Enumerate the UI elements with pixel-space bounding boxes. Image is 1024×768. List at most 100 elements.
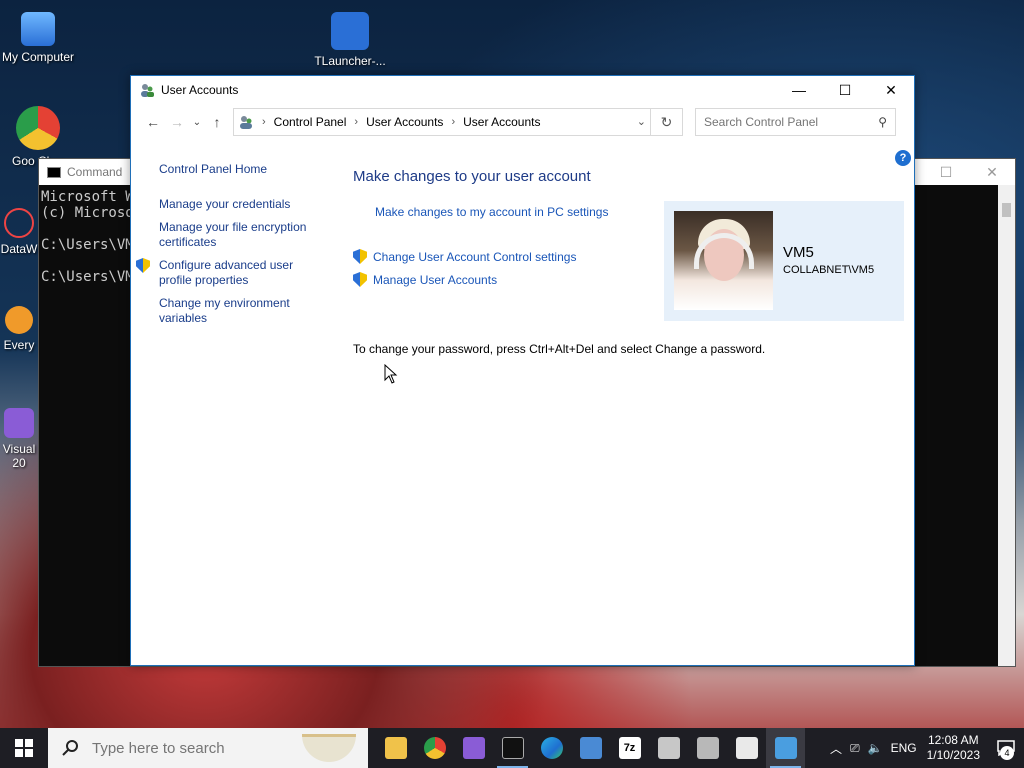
scroll-thumb[interactable] [1002, 203, 1011, 217]
mouse-cursor-icon [384, 364, 398, 384]
desktop-icon-my-computer[interactable]: My Computer [0, 12, 76, 64]
clock[interactable]: 12:08 AM 1/10/2023 [927, 733, 980, 763]
password-note: To change your password, press Ctrl+Alt+… [353, 342, 766, 356]
archive-icon [696, 737, 719, 759]
clock-date: 1/10/2023 [926, 748, 980, 762]
manage-user-accounts-link[interactable]: Manage User Accounts [373, 273, 497, 287]
atom-icon [4, 208, 34, 238]
refresh-icon[interactable]: ↻ [650, 109, 682, 135]
taskbar-chrome[interactable] [415, 728, 454, 768]
close-button[interactable]: ✕ [868, 76, 914, 104]
remote-desktop-icon [579, 737, 602, 759]
command-prompt-title: Command [67, 165, 123, 179]
user-avatar[interactable] [674, 211, 773, 310]
back-arrow-icon[interactable]: ← [141, 114, 165, 130]
notification-count-badge: 4 [1000, 746, 1014, 760]
cmd-scrollbar[interactable] [998, 185, 1015, 666]
desktop-icon-label: My Computer [1, 50, 75, 64]
visual-studio-icon [4, 408, 34, 438]
search-input[interactable] [704, 115, 864, 129]
input-language[interactable]: ENG [891, 741, 917, 755]
taskbar-7zip[interactable]: 7z [610, 728, 649, 768]
cmd-close-button[interactable]: ✕ [969, 159, 1015, 185]
account-card: VM5 COLLABNET\VM5 [664, 201, 904, 321]
control-panel-icon [240, 116, 252, 129]
taskbar-apps: 7z [376, 728, 805, 768]
desktop-icon-everything[interactable]: Every [0, 306, 38, 352]
search-icon[interactable]: ⚲ [878, 115, 887, 129]
left-task-pane: Control Panel Home Manage your credentia… [159, 162, 319, 334]
user-accounts-window[interactable]: User Accounts — ☐ ✕ ← → ⌄ ↑ › Control Pa… [130, 75, 915, 666]
start-button[interactable] [0, 728, 48, 768]
search-box[interactable]: ⚲ [695, 108, 896, 136]
help-icon[interactable]: ? [895, 150, 911, 166]
taskbar-command-prompt[interactable] [493, 728, 532, 768]
cmd-icon [47, 166, 61, 178]
chrome-icon [423, 737, 446, 759]
address-bar[interactable]: › Control Panel › User Accounts › User A… [233, 108, 683, 136]
taskbar-notes[interactable] [727, 728, 766, 768]
taskbar-archive-2[interactable] [688, 728, 727, 768]
tlauncher-icon [331, 12, 369, 50]
breadcrumb-user-accounts[interactable]: User Accounts [366, 115, 443, 129]
uac-settings-link[interactable]: Change User Account Control settings [373, 250, 576, 264]
show-hidden-icons-chevron-icon[interactable]: ︿ [830, 740, 842, 757]
desktop-icon-label: TLauncher-... [314, 54, 386, 68]
desktop-icon-tlauncher[interactable]: TLauncher-... [312, 12, 388, 68]
taskbar-file-explorer[interactable] [376, 728, 415, 768]
breadcrumb-separator-icon[interactable]: › [354, 116, 358, 128]
uac-shield-icon [353, 272, 367, 287]
account-domain: COLLABNET\VM5 [783, 264, 875, 276]
windows-logo-icon [15, 739, 33, 757]
minimize-button[interactable]: — [776, 76, 822, 104]
user-accounts-icon [141, 84, 154, 97]
control-panel-home-link[interactable]: Control Panel Home [159, 162, 319, 177]
visual-studio-icon [462, 737, 485, 759]
desktop-icon-label: DataW [0, 242, 38, 256]
taskbar-visual-studio[interactable] [454, 728, 493, 768]
recent-locations-chevron-icon[interactable]: ⌄ [189, 117, 205, 128]
taskbar-search[interactable] [48, 728, 368, 768]
7zip-icon: 7z [618, 737, 641, 759]
uac-shield-icon [136, 258, 150, 273]
computer-icon [21, 12, 55, 46]
folder-icon [384, 737, 407, 759]
search-icon [62, 740, 78, 756]
volume-icon[interactable]: 🔈 [868, 741, 883, 755]
search-highlight-bowl-icon[interactable] [302, 734, 356, 762]
navigation-bar: ← → ⌄ ↑ › Control Panel › User Accounts … [131, 104, 914, 140]
edge-icon [540, 737, 563, 759]
environment-variables-link[interactable]: Change my environment variables [159, 296, 319, 326]
breadcrumb-separator-icon[interactable]: › [451, 116, 455, 128]
archive-icon [657, 737, 680, 759]
breadcrumb-control-panel[interactable]: Control Panel [274, 115, 347, 129]
maximize-button[interactable]: ☐ [822, 76, 868, 104]
network-icon[interactable]: ⎚ [850, 741, 860, 756]
cmd-maximize-button[interactable]: ☐ [923, 159, 969, 185]
taskbar-user-accounts[interactable] [766, 728, 805, 768]
cmd-icon [501, 737, 524, 759]
clock-time: 12:08 AM [927, 733, 979, 747]
desktop-icon-visual-studio[interactable]: Visual 20 [0, 408, 38, 470]
window-title: User Accounts [161, 83, 239, 97]
forward-arrow-icon[interactable]: → [165, 114, 189, 130]
advanced-profile-link[interactable]: Configure advanced user profile properti… [159, 258, 319, 288]
desktop-icon-label: Visual 20 [2, 442, 36, 470]
taskbar-edge[interactable] [532, 728, 571, 768]
manage-credentials-link[interactable]: Manage your credentials [159, 197, 319, 212]
taskbar: 7z ︿ ⎚ 🔈 ENG 12:08 AM 1/10/2023 4 [0, 728, 1024, 768]
taskbar-archive[interactable] [649, 728, 688, 768]
taskbar-remote-desktop[interactable] [571, 728, 610, 768]
address-dropdown-chevron-icon[interactable]: ⌄ [637, 115, 646, 128]
breadcrumb-separator-icon[interactable]: › [262, 116, 266, 128]
notification-center-button[interactable]: 4 [988, 728, 1024, 768]
desktop-icon-label: Every [3, 338, 35, 352]
uac-shield-icon [353, 249, 367, 264]
desktop-icon-datawell[interactable]: DataW [0, 208, 38, 256]
taskbar-search-input[interactable] [92, 739, 312, 757]
file-encryption-link[interactable]: Manage your file encryption certificates [159, 220, 319, 250]
magnifier-icon [5, 306, 33, 334]
chrome-icon [16, 106, 60, 150]
up-arrow-icon[interactable]: ↑ [205, 114, 229, 130]
breadcrumb-user-accounts-current[interactable]: User Accounts [463, 115, 540, 129]
